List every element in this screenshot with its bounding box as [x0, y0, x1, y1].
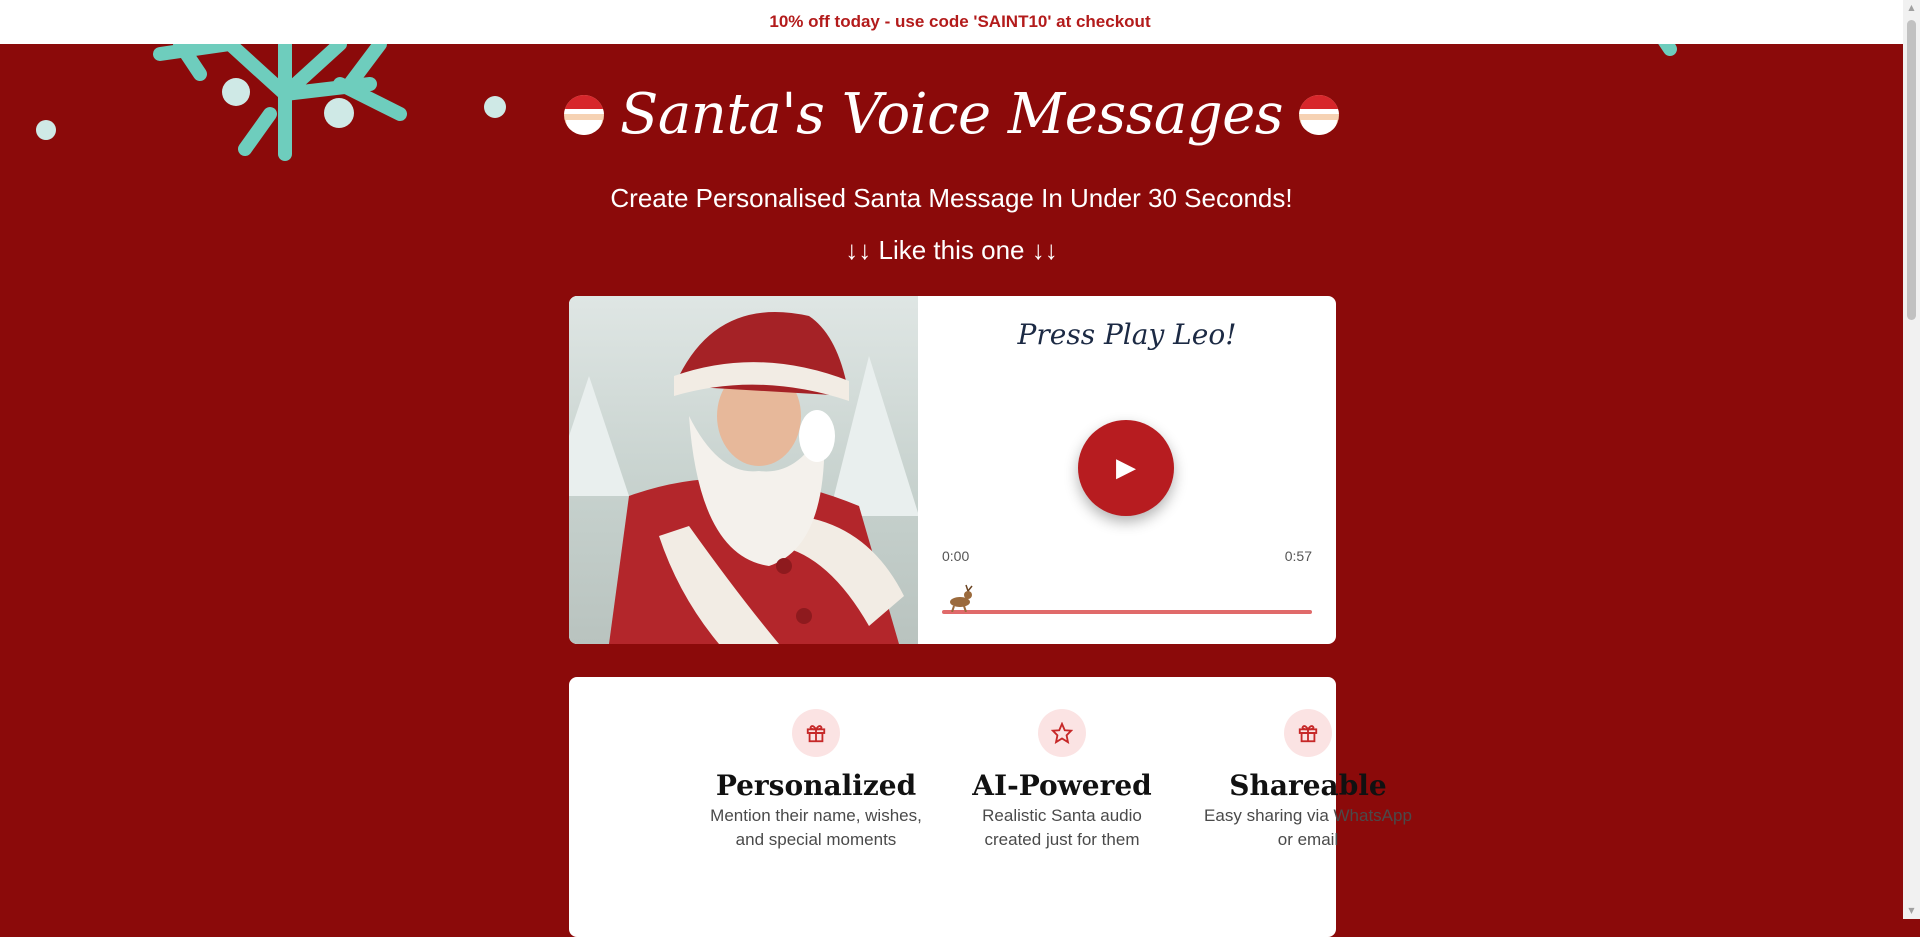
audio-player-card: Press Play Leo! ▶ 0:00 0:57: [569, 296, 1336, 644]
santa-face-icon: [1298, 94, 1339, 135]
page-scrollbar[interactable]: ▲ ▼: [1903, 0, 1920, 919]
gift-icon: [1284, 709, 1332, 757]
promo-banner: 10% off today - use code 'SAINT10' at ch…: [0, 0, 1920, 44]
player-controls: Press Play Leo! ▶ 0:00 0:57: [918, 296, 1336, 644]
scroll-down-arrow-icon[interactable]: ▼: [1903, 903, 1920, 919]
feature-ai-powered: AI-Powered Realistic Santa audio created…: [952, 709, 1172, 852]
star-icon: [1038, 709, 1086, 757]
features-card: Personalized Mention their name, wishes,…: [569, 677, 1412, 937]
feature-description: Mention their name, wishes, and special …: [710, 806, 922, 849]
santa-photo: [569, 296, 918, 644]
example-callout: ↓↓ Like this one ↓↓: [845, 235, 1058, 265]
play-button[interactable]: ▶: [1078, 420, 1174, 516]
feature-description: Realistic Santa audio created just for t…: [982, 806, 1142, 849]
feature-title: AI-Powered: [972, 769, 1152, 802]
title-row: Santa's Voice Messages: [0, 82, 1903, 147]
play-icon: ▶: [1116, 453, 1136, 483]
feature-shareable: Shareable Easy sharing via WhatsApp or e…: [1198, 709, 1418, 852]
scroll-thumb[interactable]: [1907, 20, 1916, 320]
santa-face-icon: [564, 94, 605, 135]
gift-icon: [792, 709, 840, 757]
promo-text: 10% off today - use code 'SAINT10' at ch…: [769, 12, 1151, 31]
reindeer-icon[interactable]: [944, 584, 974, 612]
page-subtitle: Create Personalised Santa Message In Und…: [610, 183, 1293, 213]
scroll-up-arrow-icon[interactable]: ▲: [1903, 0, 1920, 16]
progress-bar[interactable]: [942, 610, 1312, 614]
feature-title: Shareable: [1229, 769, 1387, 802]
feature-title: Personalized: [715, 769, 917, 802]
current-time: 0:00: [942, 548, 970, 564]
feature-personalized: Personalized Mention their name, wishes,…: [706, 709, 926, 852]
player-heading: Press Play Leo!: [1017, 318, 1237, 351]
total-time: 0:57: [1284, 548, 1312, 564]
page-title: Santa's Voice Messages: [620, 82, 1283, 147]
feature-description: Easy sharing via WhatsApp or email: [1204, 806, 1412, 849]
